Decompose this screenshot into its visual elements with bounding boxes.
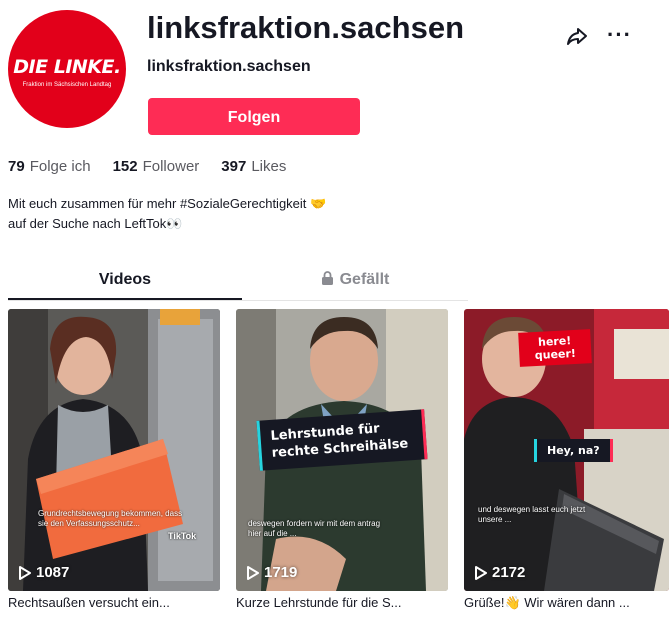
bio-line-1: Mit euch zusammen für mehr #SozialeGerec… [8, 196, 327, 211]
video-caption[interactable]: Kurze Lehrstunde für die S... [236, 595, 448, 610]
lock-icon [321, 271, 333, 285]
share-icon[interactable] [565, 24, 589, 48]
video-views-count: 1719 [264, 564, 298, 581]
video-sticker: Hey, na? [534, 439, 613, 462]
video-overlay-text: deswegen fordern wir mit dem antrag hier… [248, 519, 381, 538]
video-card[interactable]: Grundrechtsbewegung bekommen, dass sie d… [8, 309, 220, 591]
stat-likes-label: Likes [251, 158, 287, 175]
video-views: 1087 [18, 564, 69, 581]
profile-stats: 79 Folge ich 152 Follower 397 Likes [8, 158, 308, 175]
more-options-icon[interactable]: ··· [607, 22, 632, 48]
play-icon [247, 565, 259, 580]
follow-button[interactable]: Folgen [148, 98, 360, 135]
video-overlay-text: Grundrechtsbewegung bekommen, dass sie d… [38, 509, 183, 528]
video-overlay-text: und deswegen lasst euch jetzt unsere ... [478, 505, 586, 524]
play-icon [19, 565, 31, 580]
video-thumbnail [8, 309, 220, 591]
tab-liked-label: Gefällt [339, 271, 390, 288]
stat-followers-label: Follower [142, 158, 200, 175]
stat-likes: 397 Likes [221, 158, 286, 175]
profile-bio: Mit euch zusammen für mehr #SozialeGerec… [8, 194, 326, 234]
stat-following[interactable]: 79 Folge ich [8, 158, 91, 175]
video-views: 1719 [246, 564, 297, 581]
avatar-logo: DIE LINKE. [13, 56, 121, 78]
profile-tabs: Videos Gefällt [8, 262, 468, 302]
video-views-count: 2172 [492, 564, 526, 581]
tab-liked[interactable]: Gefällt [242, 262, 468, 300]
stat-likes-count: 397 [221, 158, 247, 175]
stat-following-count: 79 [8, 158, 25, 175]
video-card[interactable]: here! queer! Hey, na? und deswegen lasst… [464, 309, 669, 591]
stat-followers-count: 152 [112, 158, 138, 175]
video-caption[interactable]: Rechtsaußen versucht ein... [8, 595, 220, 610]
profile-username: linksfraktion.sachsen [147, 10, 465, 45]
stat-following-label: Folge ich [29, 158, 91, 175]
tab-videos[interactable]: Videos [8, 262, 242, 300]
tabs-divider [8, 300, 468, 301]
avatar-subtitle: Fraktion im Sächsischen Landtag [22, 82, 112, 88]
video-caption[interactable]: Grüße!👋 Wir wären dann ... [464, 595, 669, 611]
play-icon [475, 565, 487, 580]
bio-line-2: auf der Suche nach LeftTok👀 [8, 216, 183, 231]
video-views-count: 1087 [36, 564, 70, 581]
tab-videos-label: Videos [98, 271, 152, 288]
stat-followers[interactable]: 152 Follower [113, 158, 200, 175]
tiktok-watermark: TikTok [168, 531, 197, 541]
profile-nickname: linksfraktion.sachsen [147, 58, 311, 75]
video-card[interactable]: Lehrstunde für rechte Schreihälse desweg… [236, 309, 448, 591]
video-sign-sticker: here! queer! [518, 329, 592, 367]
avatar[interactable]: DIE LINKE. Fraktion im Sächsischen Landt… [8, 10, 126, 128]
video-views: 2172 [474, 564, 525, 581]
